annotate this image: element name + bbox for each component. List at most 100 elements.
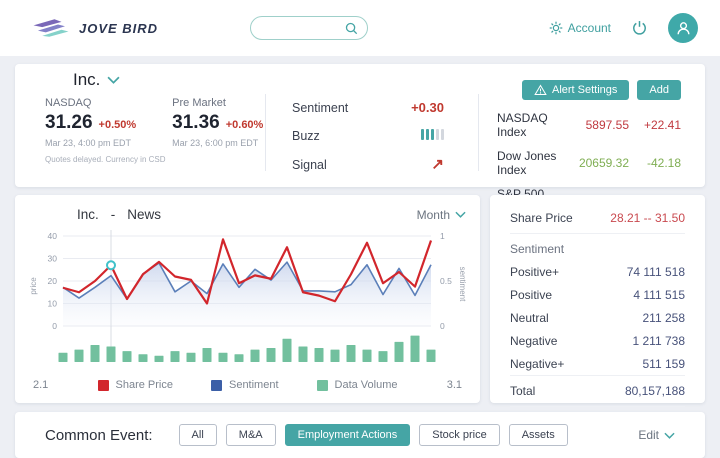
sentiment-swatch (211, 380, 222, 391)
search-box[interactable] (250, 16, 368, 40)
stat-row: Positive 4 111 515 (510, 283, 685, 306)
stat-label: Negative (510, 334, 557, 348)
signal-label: Signal (292, 158, 327, 172)
index-name: Dow Jones Index (497, 149, 567, 177)
index-change: -42.18 (629, 156, 681, 170)
stat-row: Negative+ 511 159 (510, 352, 685, 375)
legend-sentiment[interactable]: Sentiment (211, 379, 279, 391)
quote-time: Mar 23, 6:00 pm EDT (172, 138, 263, 148)
power-icon[interactable] (631, 20, 648, 37)
chevron-down-icon (455, 211, 466, 218)
brand-name: JOVE BIRD (79, 21, 158, 36)
account-label: Account (568, 21, 611, 35)
account-menu[interactable]: Account (549, 21, 611, 35)
add-button[interactable]: Add (637, 80, 681, 100)
person-icon (675, 20, 692, 37)
stat-value: 4 111 515 (633, 288, 685, 302)
legend-label: Data Volume (335, 379, 398, 391)
svg-text:30: 30 (48, 254, 58, 264)
avatar[interactable] (668, 13, 698, 43)
news-title: Inc. - News (77, 207, 161, 222)
event-chip-assets[interactable]: Assets (509, 424, 568, 446)
legend-data-volume[interactable]: Data Volume (317, 379, 398, 391)
event-chip-employment-actions[interactable]: Employment Actions (285, 424, 411, 446)
svg-text:0: 0 (440, 321, 445, 331)
brand-logo[interactable]: JOVE BIRD (30, 16, 158, 40)
index-value: 20659.32 (567, 156, 629, 170)
index-name: NASDAQ Index (497, 111, 567, 139)
sentiment-value: +0.30 (411, 100, 444, 115)
svg-text:0.5: 0.5 (440, 276, 452, 286)
quote-price: 31.36 (172, 112, 220, 134)
index-value: 5897.55 (567, 118, 629, 132)
common-event-label: Common Event: (45, 427, 153, 444)
svg-text:20: 20 (48, 276, 58, 286)
quote-price: 31.26 (45, 112, 93, 134)
buzz-label: Buzz (292, 129, 320, 143)
legend-label: Sentiment (229, 379, 279, 391)
svg-text:sentiment: sentiment (458, 267, 466, 302)
chevron-down-icon (664, 432, 675, 439)
news-title-separator: - (111, 207, 116, 222)
edit-dropdown[interactable]: Edit (638, 428, 675, 442)
alert-settings-button[interactable]: Alert Settings (522, 80, 629, 100)
chevron-down-icon (107, 76, 120, 84)
alert-triangle-icon (534, 84, 547, 96)
summary-card: Inc. NASDAQ 31.26 +0.50% Mar 23, 4:00 pm… (15, 64, 705, 187)
alert-settings-label: Alert Settings (552, 84, 617, 96)
edit-label: Edit (638, 428, 659, 442)
divider (510, 406, 685, 407)
share-price-range: 28.21 -- 31.50 (610, 211, 685, 225)
svg-text:10: 10 (48, 299, 58, 309)
page-content: Inc. NASDAQ 31.26 +0.50% Mar 23, 4:00 pm… (0, 56, 720, 458)
search-icon (345, 22, 358, 35)
stat-value: 74 111 518 (627, 265, 685, 279)
stat-row: Positive+ 74 111 518 (510, 260, 685, 283)
stat-row: Neutral 211 258 (510, 306, 685, 329)
share-price-label: Share Price (510, 211, 573, 225)
news-chart-card: Inc. - News Month 01020304000.51pricesen… (15, 195, 480, 403)
company-selector[interactable]: Inc. (73, 70, 265, 90)
quote-premarket: Pre Market 31.36 +0.60% Mar 23, 6:00 pm … (172, 97, 263, 148)
event-chip-ma[interactable]: M&A (226, 424, 276, 446)
period-dropdown[interactable]: Month (417, 208, 466, 222)
exchange-label: NASDAQ (45, 97, 136, 109)
stat-value: 1 211 738 (633, 334, 686, 348)
common-events-card: Common Event: All M&A Employment Actions… (15, 412, 705, 458)
stat-row: Negative 1 211 738 (510, 329, 685, 352)
share-price-swatch (98, 380, 109, 391)
index-row: Dow Jones Index 20659.32 -42.18 (497, 149, 681, 177)
stat-value: 211 258 (643, 311, 686, 325)
total-value: 80,157,188 (625, 384, 685, 398)
news-title-label: News (127, 207, 161, 222)
stat-label: Positive+ (510, 265, 559, 279)
legend-label: Share Price (116, 379, 173, 391)
event-chip-all[interactable]: All (179, 424, 217, 446)
stat-label: Neutral (510, 311, 549, 325)
search-input[interactable] (260, 21, 345, 35)
gear-icon (549, 21, 563, 35)
news-chart[interactable]: 01020304000.51pricesentiment (29, 224, 466, 374)
quotes-disclaimer: Quotes delayed. Currency in CSD (45, 155, 265, 164)
event-chip-stock-price[interactable]: Stock price (419, 424, 499, 446)
quote-change: +0.50% (99, 119, 137, 131)
topbar: JOVE BIRD Account (0, 0, 720, 56)
company-name: Inc. (73, 70, 100, 90)
quote-nasdaq: NASDAQ 31.26 +0.50% Mar 23, 4:00 pm EDT (45, 97, 136, 148)
data-volume-swatch (317, 380, 328, 391)
x-axis-end-label: 3.1 (447, 379, 462, 391)
stat-label: Negative+ (510, 357, 564, 371)
legend-share-price[interactable]: Share Price (98, 379, 173, 391)
exchange-label: Pre Market (172, 97, 263, 109)
sentiment-heading: Sentiment (510, 234, 685, 260)
quote-change: +0.60% (226, 119, 264, 131)
index-row: NASDAQ Index 5897.55 +22.41 (497, 111, 681, 139)
bird-logo-icon (30, 16, 72, 40)
sentiment-label: Sentiment (292, 101, 348, 115)
x-axis-start-label: 2.1 (33, 379, 48, 391)
index-change: +22.41 (629, 118, 681, 132)
stat-value: 511 159 (643, 357, 686, 371)
buzz-meter (419, 127, 444, 145)
add-label: Add (649, 84, 669, 96)
total-label: Total (510, 384, 535, 398)
